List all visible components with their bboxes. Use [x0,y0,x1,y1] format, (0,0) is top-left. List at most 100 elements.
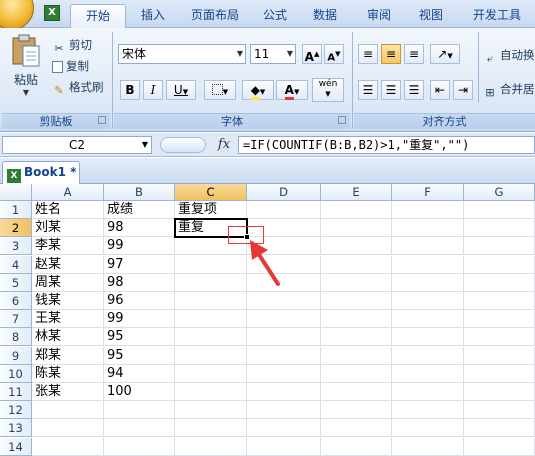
cell-e12[interactable] [321,401,392,419]
cell-d8[interactable] [247,328,321,346]
cell-e6[interactable] [321,292,392,310]
cell-e11[interactable] [321,383,392,401]
wrap-text-button[interactable]: ⤶ 自动换 [483,46,535,64]
select-all-corner[interactable] [0,184,32,201]
office-button[interactable] [0,0,34,30]
cell-g5[interactable] [464,274,535,292]
row-header-8[interactable]: 8 [0,328,32,346]
cell-c11[interactable] [175,383,247,401]
cell-a8[interactable]: 林某 [32,328,104,346]
cell-b5[interactable]: 98 [104,274,175,292]
cell-f13[interactable] [392,419,464,437]
cell-c1[interactable]: 重复项 [175,201,247,219]
cell-g6[interactable] [464,292,535,310]
cell-g2[interactable] [464,219,535,237]
row-header-12[interactable]: 12 [0,401,32,419]
row-header-11[interactable]: 11 [0,383,32,401]
row-header-3[interactable]: 3 [0,237,32,255]
cell-c14[interactable] [175,438,247,456]
cell-e5[interactable] [321,274,392,292]
cell-a3[interactable]: 李某 [32,237,104,255]
cell-g10[interactable] [464,365,535,383]
cell-g1[interactable] [464,201,535,219]
cell-b7[interactable]: 99 [104,310,175,328]
fill-color-button[interactable]: ◆▼ [242,80,274,100]
row-header-9[interactable]: 9 [0,347,32,365]
spreadsheet-grid[interactable]: A B C D E F G 1 姓名 成绩 重复项 2 刘某 98 重复 3 李某 99 4 赵某 97 5… [0,184,535,456]
cell-d14[interactable] [247,438,321,456]
cell-a14[interactable] [32,438,104,456]
cell-f9[interactable] [392,347,464,365]
row-header-2[interactable]: 2 [0,219,32,237]
row-header-5[interactable]: 5 [0,274,32,292]
cell-e14[interactable] [321,438,392,456]
row-header-13[interactable]: 13 [0,419,32,437]
increase-indent-button[interactable]: ⇥ [453,80,473,100]
tab-developer[interactable]: 开发工具 [462,4,532,28]
formula-input[interactable]: =IF(COUNTIF(B:B,B2)>1,"重复","") [238,136,535,154]
shrink-font-button[interactable]: A▼ [324,44,344,64]
align-middle-button[interactable]: ≡ [381,44,401,64]
cell-c12[interactable] [175,401,247,419]
cell-e13[interactable] [321,419,392,437]
tab-review[interactable]: 审阅 [356,4,402,28]
tab-page-layout[interactable]: 页面布局 [180,4,250,28]
cell-d13[interactable] [247,419,321,437]
borders-button[interactable]: ▼ [204,80,236,100]
underline-button[interactable]: U▼ [166,80,196,100]
cell-e1[interactable] [321,201,392,219]
cell-c13[interactable] [175,419,247,437]
cell-f12[interactable] [392,401,464,419]
align-left-button[interactable]: ☰ [358,80,378,100]
column-header-g[interactable]: G [464,184,535,201]
cell-c8[interactable] [175,328,247,346]
column-header-c[interactable]: C [175,184,247,201]
cell-e9[interactable] [321,347,392,365]
tab-formulas[interactable]: 公式 [252,4,298,28]
cell-a11[interactable]: 张某 [32,383,104,401]
cell-b6[interactable]: 96 [104,292,175,310]
cell-b9[interactable]: 95 [104,347,175,365]
cell-b4[interactable]: 97 [104,256,175,274]
cell-a2[interactable]: 刘某 [32,219,104,237]
cell-a13[interactable] [32,419,104,437]
paste-button[interactable]: 粘贴 ▼ [6,34,46,100]
decrease-indent-button[interactable]: ⇤ [430,80,450,100]
cell-c7[interactable] [175,310,247,328]
row-header-10[interactable]: 10 [0,365,32,383]
chevron-down-icon[interactable]: ▼ [142,137,148,153]
cell-g13[interactable] [464,419,535,437]
cell-g3[interactable] [464,237,535,255]
cell-f2[interactable] [392,219,464,237]
merge-center-button[interactable]: ⊞ 合并居 [483,80,535,98]
align-bottom-button[interactable]: ≡ [404,44,424,64]
cell-d11[interactable] [247,383,321,401]
cell-f3[interactable] [392,237,464,255]
copy-button[interactable]: 复制 [52,57,89,75]
cell-d10[interactable] [247,365,321,383]
cell-b3[interactable]: 99 [104,237,175,255]
cell-g11[interactable] [464,383,535,401]
tab-view[interactable]: 视图 [408,4,454,28]
cell-c5[interactable] [175,274,247,292]
cell-c9[interactable] [175,347,247,365]
workbook-tab-book1[interactable]: X Book1 * [2,161,80,184]
bold-button[interactable]: B [120,80,140,100]
cell-e3[interactable] [321,237,392,255]
cell-f6[interactable] [392,292,464,310]
cell-c4[interactable] [175,256,247,274]
cell-c10[interactable] [175,365,247,383]
cell-g4[interactable] [464,256,535,274]
cell-c6[interactable] [175,292,247,310]
cell-g8[interactable] [464,328,535,346]
cell-f5[interactable] [392,274,464,292]
column-header-f[interactable]: F [392,184,464,201]
tab-home[interactable]: 开始 [70,4,126,28]
column-header-b[interactable]: B [104,184,175,201]
orientation-button[interactable]: ↗▼ [430,44,460,64]
cell-d9[interactable] [247,347,321,365]
cell-f8[interactable] [392,328,464,346]
row-header-6[interactable]: 6 [0,292,32,310]
align-top-button[interactable]: ≡ [358,44,378,64]
column-header-d[interactable]: D [247,184,321,201]
